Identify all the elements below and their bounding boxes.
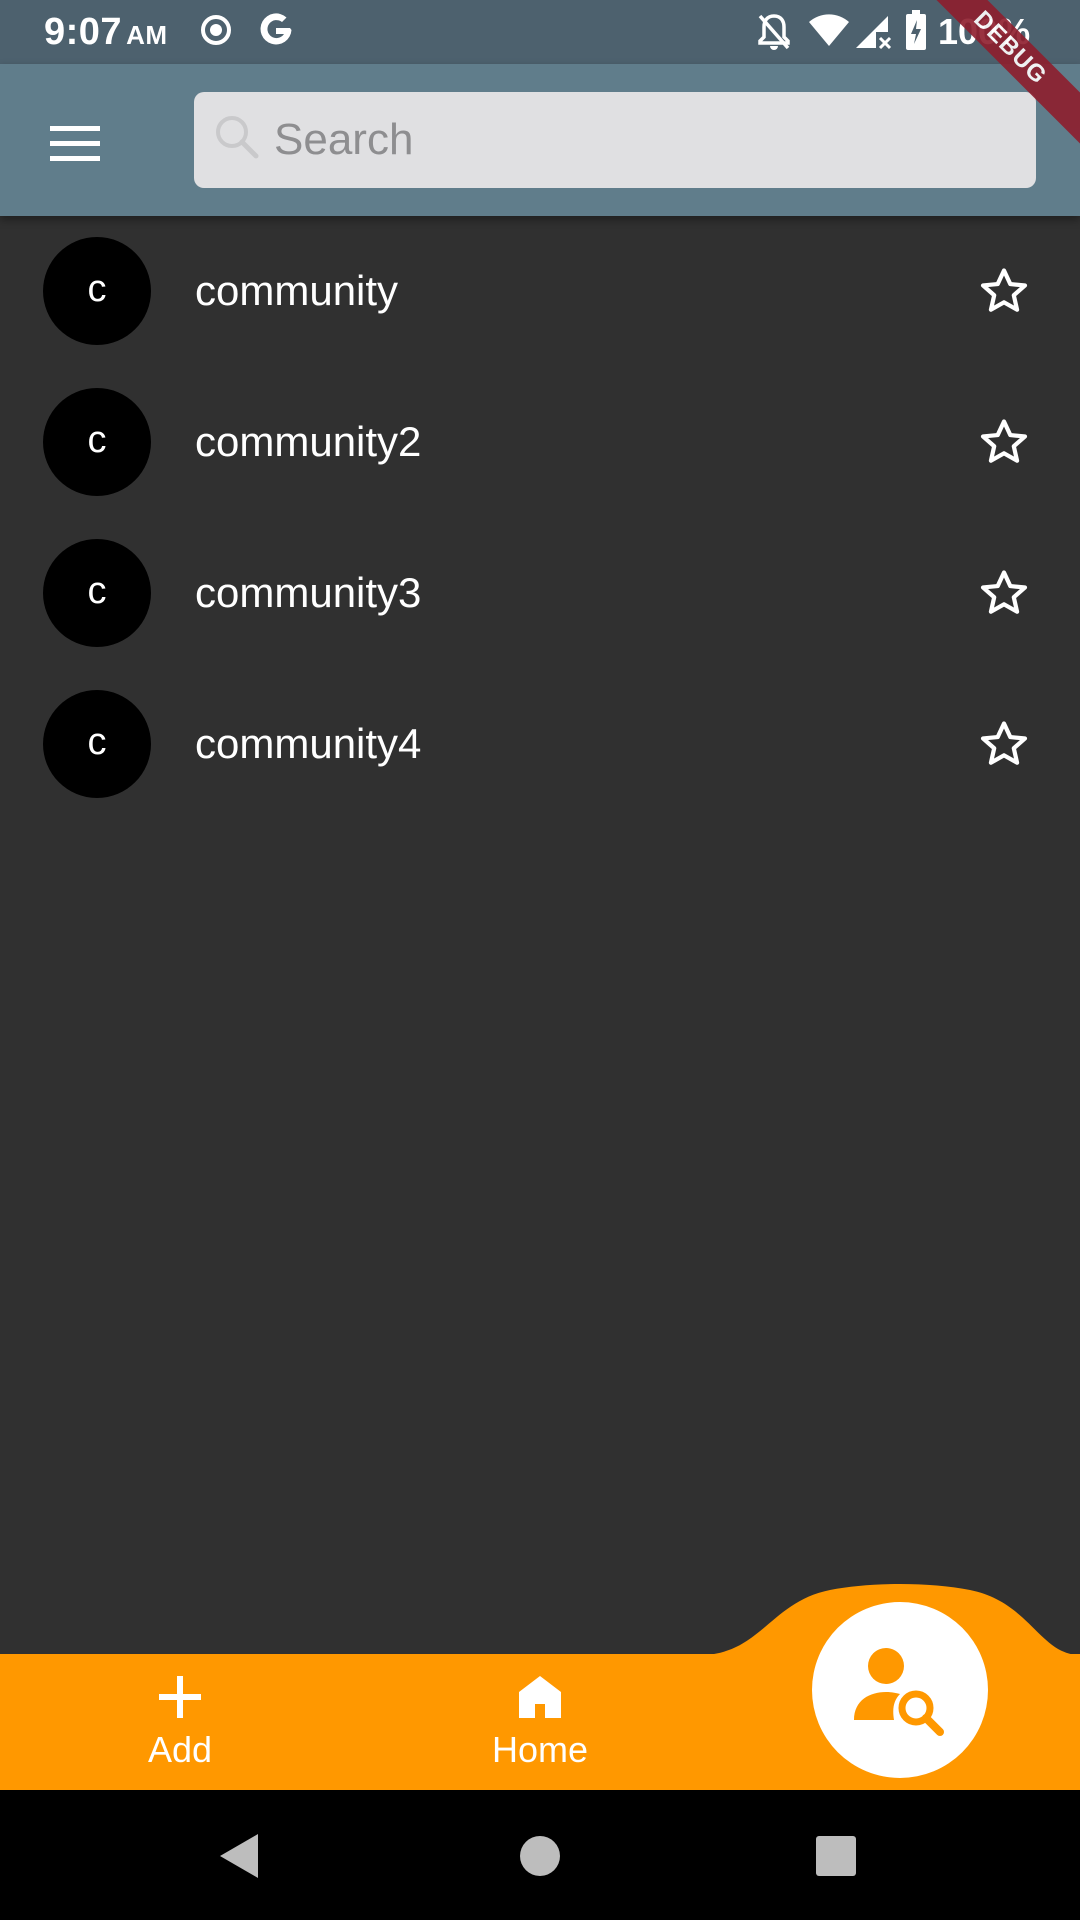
avatar: c <box>43 539 151 647</box>
recents-button[interactable] <box>806 1826 866 1886</box>
search-box[interactable] <box>194 92 1036 188</box>
menu-icon <box>50 126 100 161</box>
community-name: community <box>195 267 399 314</box>
back-button[interactable] <box>210 1826 270 1886</box>
nav-home-label: Home <box>491 1729 589 1770</box>
community-name: community4 <box>195 720 422 767</box>
favorite-button[interactable] <box>976 566 1032 622</box>
nav-add-label: Add <box>147 1729 213 1770</box>
google-icon <box>254 8 298 57</box>
list-item[interactable]: c community2 <box>0 367 1080 518</box>
community-name: community3 <box>195 569 422 616</box>
status-time-ampm: AM <box>126 20 168 50</box>
list-item[interactable]: c community <box>0 216 1080 367</box>
favorite-button[interactable] <box>976 717 1032 773</box>
find-people-fab[interactable] <box>812 1602 988 1778</box>
star-outline-icon <box>980 570 1028 614</box>
star-outline-icon <box>980 721 1028 765</box>
status-bar: 9:07 AM <box>0 0 1080 64</box>
status-time: 9:07 AM <box>44 8 168 59</box>
app-bar <box>0 64 1080 216</box>
recents-square-icon <box>816 1836 856 1876</box>
favorite-button[interactable] <box>976 264 1032 320</box>
home-circle-icon <box>520 1836 560 1876</box>
search-icon <box>216 116 259 159</box>
menu-button[interactable] <box>40 114 110 174</box>
list-item[interactable]: c community4 <box>0 669 1080 820</box>
avatar: c <box>43 237 151 345</box>
avatar: c <box>43 388 151 496</box>
home-system-button[interactable] <box>510 1826 570 1886</box>
star-outline-icon <box>980 268 1028 312</box>
favorite-button[interactable] <box>976 415 1032 471</box>
wifi-icon <box>808 12 850 53</box>
notifications-off-icon <box>756 12 792 57</box>
community-name: community2 <box>195 418 422 465</box>
community-list: c community c community2 c community3 c … <box>0 216 1080 820</box>
list-item[interactable]: c community3 <box>0 518 1080 669</box>
system-navigation-bar <box>0 1790 1080 1920</box>
app-screen: 9:07 AM DEBUG Search c community c commu… <box>0 0 1080 1920</box>
search-input[interactable] <box>274 92 1014 188</box>
plus-icon <box>159 1676 201 1718</box>
status-time-value: 9:07 <box>44 11 123 53</box>
nav-home-button[interactable]: Home <box>440 1670 640 1772</box>
star-outline-icon <box>980 419 1028 463</box>
nav-add-button[interactable]: Add <box>80 1670 280 1772</box>
home-icon <box>519 1676 561 1718</box>
avatar: c <box>43 690 151 798</box>
battery-charging-icon <box>904 10 928 57</box>
location-icon <box>198 12 234 53</box>
cell-signal-icon <box>854 12 894 57</box>
back-triangle-icon <box>220 1834 258 1878</box>
person-search-icon <box>854 1648 944 1736</box>
